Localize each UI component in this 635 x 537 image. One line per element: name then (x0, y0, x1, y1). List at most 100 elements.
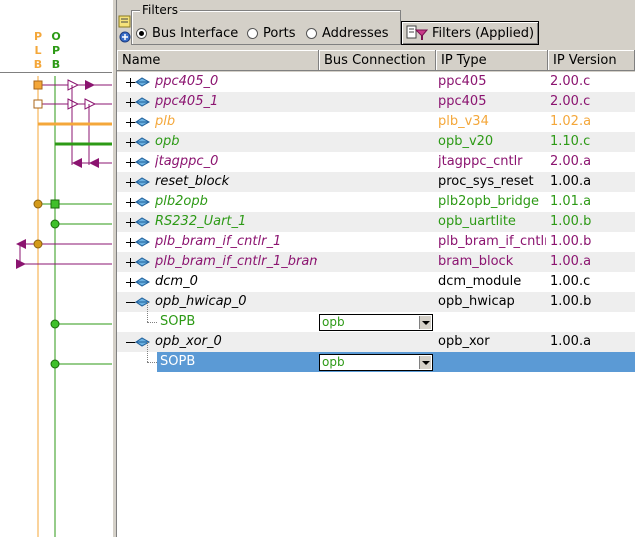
filters-label: Filters (140, 3, 180, 17)
table-row[interactable]: opb opb_v20 1.10.c (117, 132, 635, 152)
table-row[interactable]: dcm_0 dcm_module 1.00.c (117, 272, 635, 292)
expand-icon[interactable] (126, 278, 135, 287)
ip-core-icon (135, 217, 150, 227)
table-row[interactable]: reset_block proc_sys_reset 1.00.a (117, 172, 635, 192)
ip-core-icon (135, 277, 150, 287)
hwicap-opb-dot (50, 319, 60, 329)
plb-master-port-0 (33, 80, 43, 90)
ip-type-cell: dcm_module (438, 274, 522, 289)
bram-arrow-b (16, 259, 26, 269)
expand-icon[interactable] (126, 118, 135, 127)
ip-instance-name: plb_bram_if_cntlr_1 (155, 234, 282, 249)
ip-core-icon (135, 157, 150, 167)
tree-connector (147, 362, 157, 363)
radio-bus-interface[interactable]: Bus Interface (136, 25, 238, 41)
expand-icon[interactable] (126, 78, 135, 87)
table-row[interactable]: ppc405_0 ppc405 2.00.c (117, 72, 635, 92)
bram-plb-dot (33, 239, 43, 249)
radio-ports[interactable]: Ports (247, 25, 296, 41)
filter-settings-icon[interactable] (118, 14, 132, 44)
collapse-icon[interactable] (126, 338, 135, 347)
ip-core-icon (135, 257, 150, 267)
expand-icon[interactable] (126, 158, 135, 167)
table-row[interactable]: plb_bram_if_cntlr_1 plb_bram_if_cntlr 1.00… (117, 232, 635, 252)
ip-instance-name: opb_xor_0 (155, 334, 222, 349)
ip-version-cell: 1.00.a (550, 174, 592, 189)
expand-icon[interactable] (126, 98, 135, 107)
expand-icon[interactable] (126, 178, 135, 187)
column-header-name[interactable]: Name (117, 50, 319, 71)
ip-version-cell: 1.00.a (550, 334, 592, 349)
ip-core-icon (135, 117, 150, 127)
bus-diagram[interactable] (0, 0, 117, 537)
opb-master-port (50, 199, 60, 209)
column-header-bus-connection[interactable]: Bus Connection (319, 50, 436, 71)
radio-selected-icon (136, 27, 147, 39)
bus-interface-row[interactable]: SOPB opb (117, 342, 635, 372)
dropdown-arrow-icon[interactable] (419, 316, 431, 329)
filters-applied-button[interactable]: Filters (Applied) (401, 21, 539, 45)
dropdown-arrow-icon[interactable] (419, 356, 431, 369)
bus-connection-dropdown[interactable]: opb (319, 314, 433, 331)
ip-core-icon (135, 237, 150, 247)
bus-connectivity-panel: P L B O P B (0, 0, 117, 537)
column-header-ip-version[interactable]: IP Version (548, 50, 635, 71)
ip-instance-name: dcm_0 (155, 274, 198, 289)
ip-type-cell: opb_uartlite (438, 214, 516, 229)
radio-unselected-icon (306, 27, 317, 39)
expand-icon[interactable] (126, 258, 135, 267)
master-arrow-1b (84, 98, 97, 110)
xor-opb-dot (50, 359, 60, 369)
bram-arrow-a (16, 239, 26, 249)
table-row[interactable]: opb_hwicap_0 opb_hwicap 1.00.b (117, 292, 635, 312)
bus-connection-value: opb (322, 315, 345, 329)
ip-core-icon (135, 197, 150, 207)
tree-connector (147, 302, 148, 322)
table-row[interactable]: plb2opb plb2opb_bridge 1.01.a (117, 192, 635, 212)
expand-icon[interactable] (126, 198, 135, 207)
ip-version-cell: 1.01.a (550, 194, 592, 209)
jtag-arrow-a (72, 158, 82, 168)
ip-type-cell: ppc405 (438, 74, 487, 89)
bus-interface-name: SOPB (160, 354, 196, 369)
table-row[interactable]: plb_bram_if_cntlr_1_bram bram_block 1.00.a (117, 252, 635, 272)
ip-core-icon (135, 97, 150, 107)
ip-version-cell: 2.00.c (550, 74, 591, 89)
ip-type-cell: plb2opb_bridge (438, 194, 540, 209)
ip-type-cell: bram_block (438, 254, 514, 269)
collapse-icon[interactable] (126, 298, 135, 307)
ip-core-icon (135, 77, 150, 87)
ip-instance-name: plb (155, 114, 176, 129)
tree-connector (147, 342, 148, 362)
table-row[interactable]: ppc405_1 ppc405 2.00.c (117, 92, 635, 112)
master-arrow-1a (67, 98, 80, 110)
expand-icon[interactable] (126, 218, 135, 227)
radio-unselected-icon (247, 27, 258, 39)
jtag-arrow-b (89, 158, 99, 168)
ip-instance-name: ppc405_0 (155, 74, 219, 89)
ip-instance-name: reset_block (155, 174, 230, 189)
table-row[interactable]: plb plb_v34 1.02.a (117, 112, 635, 132)
radio-addresses[interactable]: Addresses (306, 25, 389, 41)
table-row[interactable]: RS232_Uart_1 opb_uartlite 1.00.b (117, 212, 635, 232)
ip-version-cell: 2.00.a (550, 154, 592, 169)
ip-instance-name: opb (155, 134, 180, 149)
ip-instance-name: plb_bram_if_cntlr_1_bram (155, 254, 317, 269)
ip-version-cell: 1.00.c (550, 274, 591, 289)
table-row[interactable]: opb_xor_0 opb_xor 1.00.a (117, 332, 635, 352)
bus-connection-dropdown[interactable]: opb (319, 354, 433, 371)
table-row[interactable]: jtagppc_0 jtagppc_cntlr 2.00.a (117, 152, 635, 172)
ip-type-cell: opb_v20 (438, 134, 494, 149)
ip-instance-name: opb_hwicap_0 (155, 294, 247, 309)
expand-icon[interactable] (126, 138, 135, 147)
expand-icon[interactable] (126, 238, 135, 247)
ip-version-cell: 2.00.c (550, 94, 591, 109)
ip-version-cell: 1.00.b (550, 294, 592, 309)
plb-master-port-1 (33, 99, 43, 109)
ip-version-cell: 1.10.c (550, 134, 591, 149)
column-header-ip-type[interactable]: IP Type (436, 50, 548, 71)
ip-version-cell: 1.00.b (550, 234, 592, 249)
system-assembly-table: Name Bus Connection IP Type IP Version p… (117, 50, 635, 537)
filters-group: Filters Bus Interface Ports Addresses (131, 4, 401, 45)
bus-interface-row[interactable]: SOPB opb (117, 302, 635, 332)
